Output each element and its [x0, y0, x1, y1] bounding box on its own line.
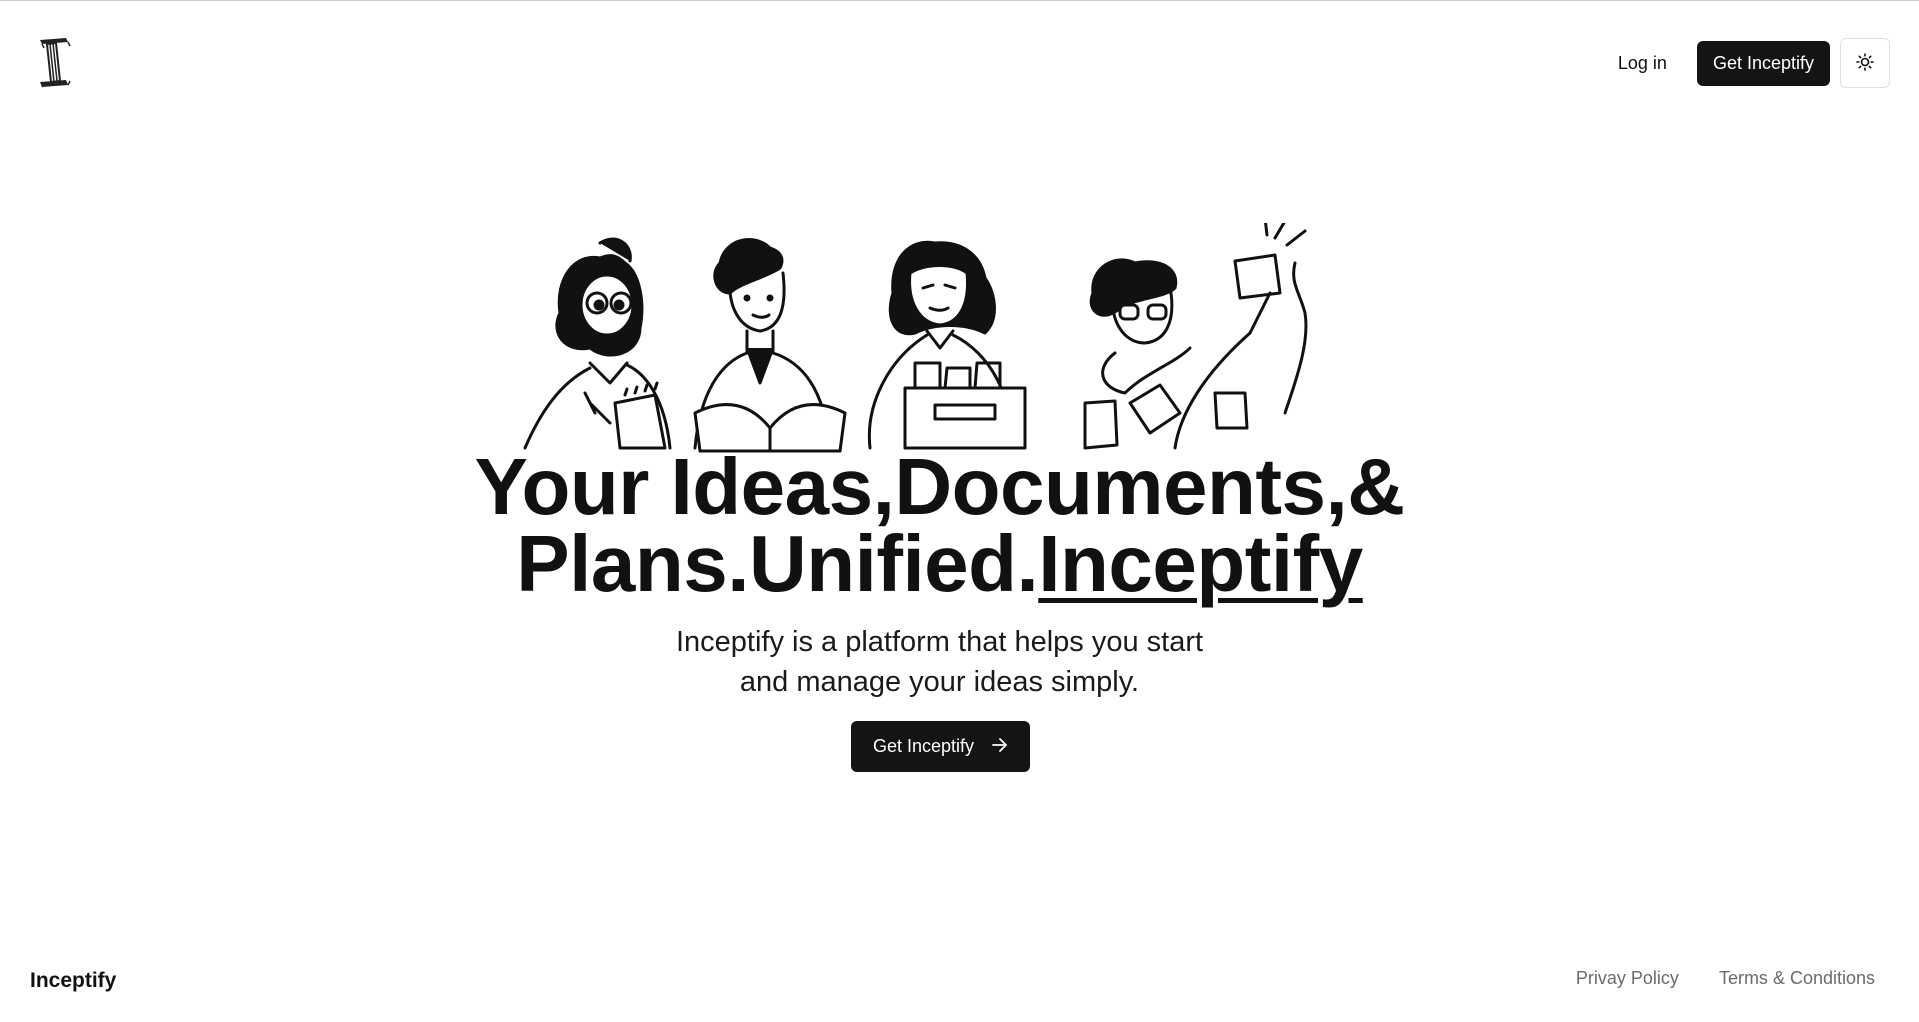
- person-reading-figure: [693, 238, 847, 453]
- footer-links: Privay Policy Terms & Conditions: [1576, 968, 1875, 989]
- inceptify-logo-icon[interactable]: [36, 37, 72, 89]
- get-inceptify-button[interactable]: Get Inceptify: [1696, 40, 1830, 86]
- subtitle-line-1: Inceptify is a platform that helps you s…: [675, 626, 1204, 658]
- headline-line-2: Plans.Unified.: [516, 519, 1039, 608]
- landing-page: Log in Get Inceptify Your Ideas,Document…: [0, 0, 1919, 1022]
- theme-toggle-button[interactable]: [1840, 38, 1890, 88]
- header-nav: Log in Get Inceptify: [1598, 38, 1890, 88]
- cta-get-inceptify-button[interactable]: Get Inceptify: [851, 721, 1030, 772]
- footer-brand: Inceptify: [30, 969, 117, 992]
- person-filing-figure: [867, 240, 1027, 450]
- hero-headline: Your Ideas,Documents,& Plans.Unified.Inc…: [0, 447, 1879, 604]
- cta-label: Get Inceptify: [872, 736, 975, 756]
- headline-brand: Inceptify: [1038, 519, 1363, 608]
- terms-conditions-link[interactable]: Terms & Conditions: [1719, 968, 1875, 989]
- login-button[interactable]: Log in: [1598, 41, 1687, 85]
- arrow-right-icon: [992, 736, 1008, 757]
- privacy-policy-link[interactable]: Privay Policy: [1576, 968, 1679, 989]
- person-sticky-notes-figure: [1083, 216, 1308, 450]
- subtitle-line-2: and manage your ideas simply.: [739, 666, 1140, 698]
- headline-line-1: Your Ideas,Documents,&: [474, 442, 1405, 531]
- person-writing-figure: [523, 237, 672, 450]
- people-working-illustration: [515, 216, 1415, 453]
- sun-icon: [1856, 52, 1874, 74]
- hero-subtitle: Inceptify is a platform that helps you s…: [0, 622, 1879, 702]
- header: Log in Get Inceptify: [0, 1, 1919, 123]
